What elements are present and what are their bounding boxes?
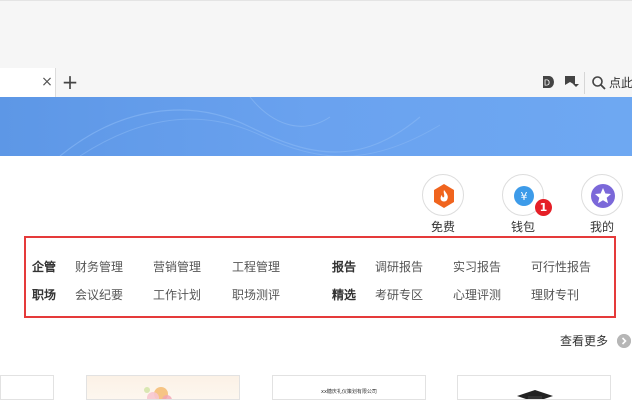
mine-button[interactable]: 我的: [579, 174, 625, 234]
search-icon: [592, 76, 606, 90]
category-link[interactable]: 可行性报告: [531, 258, 591, 276]
page-banner: [0, 97, 632, 156]
category-panel: 企管 财务管理 营销管理 工程管理 报告 调研报告 实习报告 可行性报告 职场 …: [24, 236, 616, 318]
svg-text:D: D: [544, 79, 550, 88]
tab-strip: × + D 点此: [0, 68, 632, 97]
free-button[interactable]: 免费: [420, 174, 466, 234]
search-box[interactable]: 点此: [584, 72, 632, 94]
banner-decoration: [59, 97, 441, 156]
category-link[interactable]: 营销管理: [153, 258, 201, 276]
document-thumbnail[interactable]: [0, 375, 54, 400]
favorites-icon[interactable]: [563, 74, 579, 90]
flame-hexagon-icon: [434, 184, 454, 208]
document-thumbnail[interactable]: xx糖庆礼仪策划有限公司: [272, 375, 426, 400]
new-tab-button[interactable]: +: [61, 71, 79, 93]
search-placeholder: 点此: [609, 76, 632, 90]
thumbnail-doc-title: xx糖庆礼仪策划有限公司: [321, 389, 377, 395]
free-icon-circle: [422, 174, 464, 216]
wallet-label: 钱包: [510, 220, 535, 234]
category-link[interactable]: 工作计划: [153, 286, 201, 304]
category-head-workplace: 职场: [32, 288, 57, 302]
svg-text:¥: ¥: [521, 190, 528, 203]
reader-mode-icon[interactable]: D: [540, 74, 556, 90]
category-head-report: 报告: [332, 260, 357, 274]
tab-close-button[interactable]: ×: [40, 74, 54, 90]
mine-label: 我的: [589, 220, 614, 234]
category-row: 企管 财务管理 营销管理 工程管理 报告 调研报告 实习报告 可行性报告: [26, 258, 614, 276]
browser-tab[interactable]: ×: [0, 68, 56, 97]
document-thumbnail[interactable]: [86, 375, 240, 400]
category-link[interactable]: 工程管理: [232, 258, 280, 276]
category-link[interactable]: 调研报告: [375, 258, 423, 276]
category-link[interactable]: 实习报告: [453, 258, 501, 276]
graduation-cap-illustration: [517, 390, 553, 399]
star-icon: [591, 184, 615, 208]
category-link[interactable]: 职场测评: [232, 286, 280, 304]
mine-icon-circle: [581, 174, 623, 216]
document-thumbnail[interactable]: [457, 375, 611, 400]
category-link[interactable]: 财务管理: [75, 258, 123, 276]
category-head-featured: 精选: [332, 288, 357, 302]
see-more-link[interactable]: 查看更多: [560, 333, 608, 349]
category-link[interactable]: 心理评测: [453, 286, 501, 304]
flower-illustration: [144, 387, 172, 399]
browser-titlebar: [0, 0, 632, 68]
wallet-badge: 1: [535, 199, 552, 216]
category-link[interactable]: 会议纪要: [75, 286, 123, 304]
category-head-qiguan: 企管: [32, 260, 57, 274]
category-link[interactable]: 理财专刊: [531, 286, 579, 304]
category-row: 职场 会议纪要 工作计划 职场测评 精选 考研专区 心理评测 理财专刊: [26, 286, 614, 304]
category-link[interactable]: 考研专区: [375, 286, 423, 304]
free-label: 免费: [430, 220, 455, 234]
chevron-right-icon[interactable]: [617, 334, 631, 348]
